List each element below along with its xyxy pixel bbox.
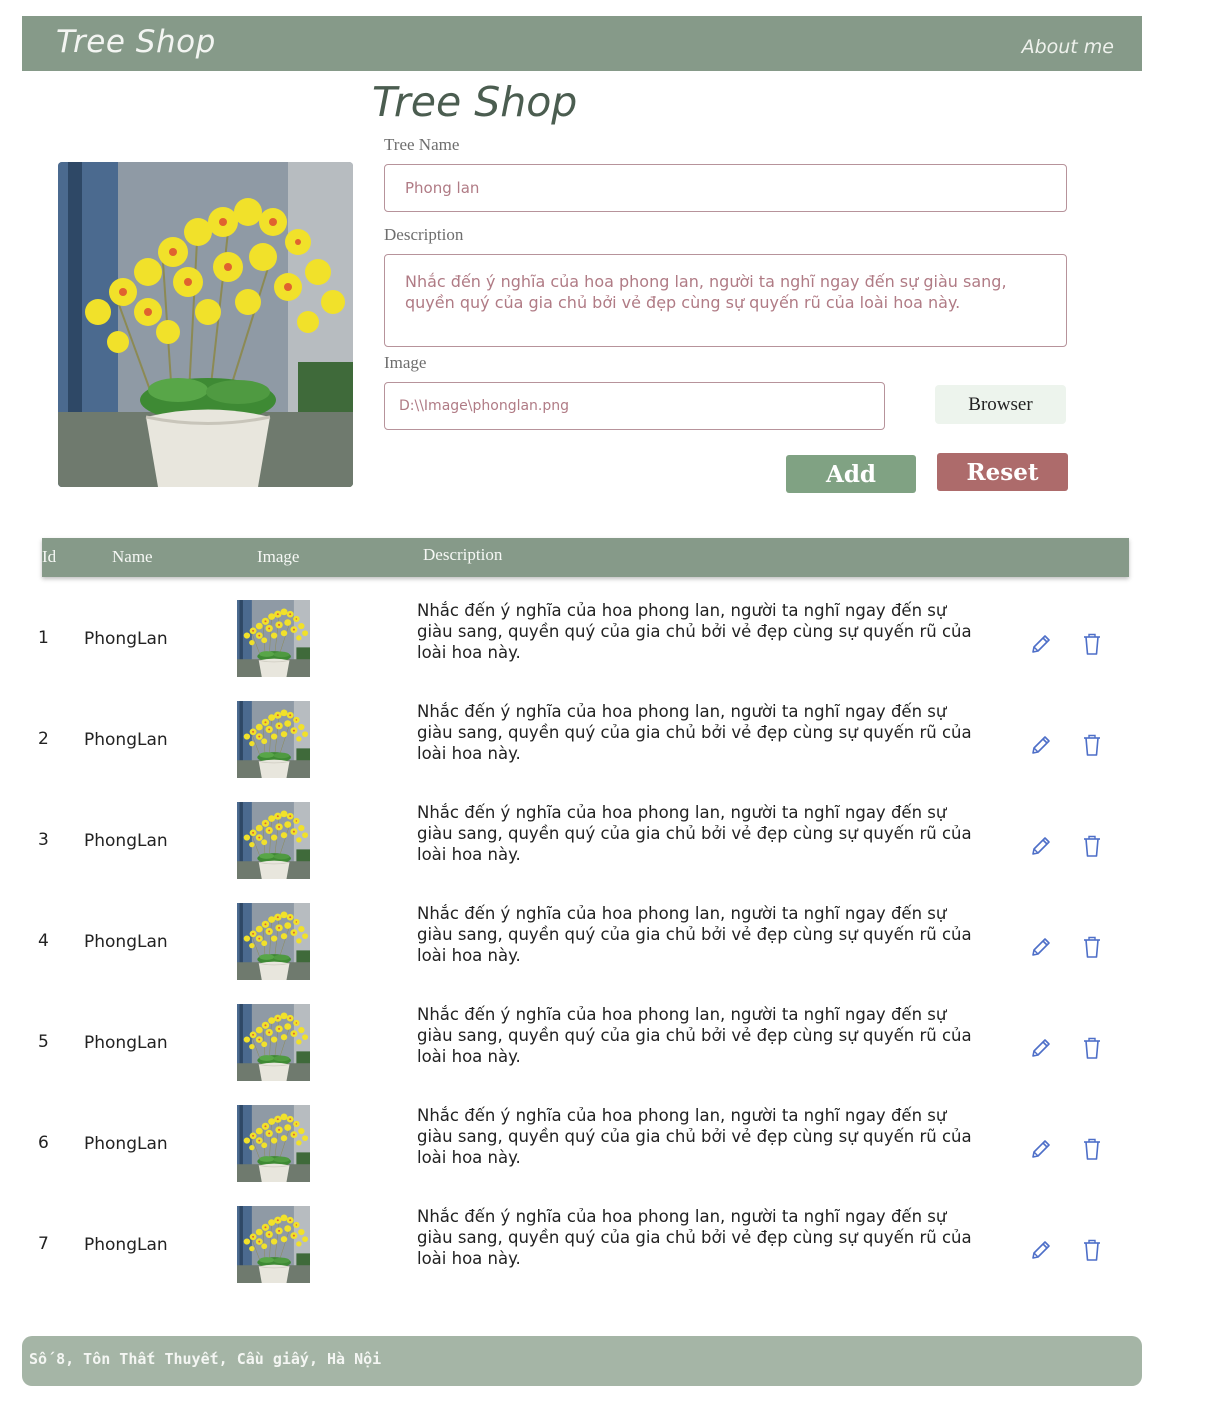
navbar: Tree Shop About me — [22, 16, 1142, 71]
tree-name-label: Tree Name — [384, 135, 460, 154]
row-thumbnail — [237, 1206, 310, 1283]
row-name: PhongLan — [84, 730, 168, 750]
row-name: PhongLan — [84, 1235, 168, 1255]
pencil-icon[interactable] — [1029, 834, 1053, 858]
table-row: 7 PhongLan Nhắc đến ý nghĩa của hoa phon… — [0, 1206, 1222, 1307]
pencil-icon[interactable] — [1029, 1137, 1053, 1161]
row-id: 1 — [38, 628, 49, 648]
table-row: 4 PhongLan Nhắc đến ý nghĩa của hoa phon… — [0, 903, 1222, 1004]
trash-icon[interactable] — [1081, 1238, 1103, 1262]
table-row: 2 PhongLan Nhắc đến ý nghĩa của hoa phon… — [0, 701, 1222, 802]
tree-name-input[interactable]: Phong lan — [384, 164, 1067, 212]
row-id: 7 — [38, 1234, 49, 1254]
row-thumbnail — [237, 903, 310, 980]
row-name: PhongLan — [84, 1134, 168, 1154]
brand-logo[interactable]: Tree Shop — [56, 24, 216, 60]
row-description: Nhắc đến ý nghĩa của hoa phong lan, ngườ… — [417, 1106, 972, 1167]
table-row: 3 PhongLan Nhắc đến ý nghĩa của hoa phon… — [0, 802, 1222, 903]
description-label: Description — [384, 225, 464, 244]
row-thumbnail — [237, 1004, 310, 1081]
description-textarea[interactable]: Nhắc đến ý nghĩa của hoa phong lan, ngườ… — [384, 254, 1067, 347]
row-description: Nhắc đến ý nghĩa của hoa phong lan, ngườ… — [417, 904, 972, 965]
pencil-icon[interactable] — [1029, 632, 1053, 656]
row-description: Nhắc đến ý nghĩa của hoa phong lan, ngườ… — [417, 1207, 972, 1268]
pencil-icon[interactable] — [1029, 935, 1053, 959]
page-title: Tree Shop — [372, 78, 578, 126]
about-link[interactable]: About me — [1022, 36, 1114, 58]
row-thumbnail — [237, 701, 310, 778]
header-name: Name — [112, 547, 153, 566]
row-id: 4 — [38, 931, 49, 951]
reset-button[interactable]: Reset — [937, 453, 1068, 491]
trash-icon[interactable] — [1081, 935, 1103, 959]
trash-icon[interactable] — [1081, 834, 1103, 858]
trash-icon[interactable] — [1081, 733, 1103, 757]
row-name: PhongLan — [84, 932, 168, 952]
table-row: 6 PhongLan Nhắc đến ý nghĩa của hoa phon… — [0, 1105, 1222, 1206]
row-description: Nhắc đến ý nghĩa của hoa phong lan, ngườ… — [417, 601, 972, 662]
table-row: 1 PhongLan Nhắc đến ý nghĩa của hoa phon… — [0, 600, 1222, 701]
pencil-icon[interactable] — [1029, 1036, 1053, 1060]
row-thumbnail — [237, 600, 310, 677]
table-row: 5 PhongLan Nhắc đến ý nghĩa của hoa phon… — [0, 1004, 1222, 1105]
trash-icon[interactable] — [1081, 1137, 1103, 1161]
row-description: Nhắc đến ý nghĩa của hoa phong lan, ngườ… — [417, 803, 972, 864]
table-header: Id Name Image Description — [42, 538, 1129, 577]
browse-button[interactable]: Browser — [935, 385, 1066, 424]
header-id: Id — [42, 547, 57, 566]
row-id: 6 — [38, 1133, 49, 1153]
row-description: Nhắc đến ý nghĩa của hoa phong lan, ngườ… — [417, 702, 972, 763]
row-description: Nhắc đến ý nghĩa của hoa phong lan, ngườ… — [417, 1005, 972, 1066]
tree-preview-image — [58, 162, 353, 487]
pencil-icon[interactable] — [1029, 1238, 1053, 1262]
image-path-input[interactable]: D:\\Image\phonglan.png — [384, 382, 885, 430]
footer-address: Số 8, Tôn Thất Thuyết, Cầu giấy, Hà Nội — [29, 1350, 382, 1368]
row-id: 3 — [38, 830, 49, 850]
row-thumbnail — [237, 1105, 310, 1182]
add-button[interactable]: Add — [786, 455, 916, 493]
row-name: PhongLan — [84, 831, 168, 851]
row-name: PhongLan — [84, 629, 168, 649]
trash-icon[interactable] — [1081, 632, 1103, 656]
row-id: 2 — [38, 729, 49, 749]
orchid-photo — [58, 162, 353, 487]
trash-icon[interactable] — [1081, 1036, 1103, 1060]
pencil-icon[interactable] — [1029, 733, 1053, 757]
header-image: Image — [257, 547, 300, 566]
header-description: Description — [423, 545, 503, 564]
row-id: 5 — [38, 1032, 49, 1052]
image-label: Image — [384, 353, 427, 372]
row-name: PhongLan — [84, 1033, 168, 1053]
footer: Số 8, Tôn Thất Thuyết, Cầu giấy, Hà Nội — [22, 1336, 1142, 1386]
row-thumbnail — [237, 802, 310, 879]
